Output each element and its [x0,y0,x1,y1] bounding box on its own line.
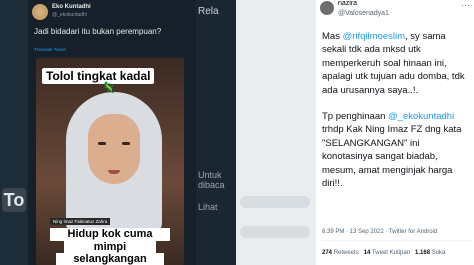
author-name[interactable]: nazira [338,0,357,7]
lizard-icon: 🦎 [102,82,116,94]
caption-top: Tolol tingkat kadal [42,68,155,84]
right-eye [122,142,130,145]
text-segment: Tp penghinaan [322,111,389,123]
divider [322,240,472,241]
background-strip-right: Rela Untuk dibaca Lihat [196,0,236,265]
quote-count[interactable]: 14 [364,250,371,256]
retweet-label[interactable]: Retweets [334,250,359,256]
lower-third: Ning Imaz Fatimatuz Zahra [50,218,111,225]
background-text-1: Rela [198,6,219,17]
tweet-stats: 274 Retweets 14 Tweet Kutipan 1.168 Suka [322,250,445,256]
author-handle[interactable]: @Valosenadya1 [338,10,389,17]
background-chip: To [2,188,26,212]
tweet-card-nazira[interactable]: nazira @Valosenadya1 ··· Mas @rifqilmoes… [318,0,474,265]
mention-link[interactable]: @_ekokuntadhi [388,111,454,122]
translate-link[interactable]: Translate Tweet [34,47,66,52]
tweet-body: Mas @rifqilmoeslim, sy sama sekali tdk a… [322,30,472,203]
tweet-card-eko[interactable]: Eko Kuntadhi @_ekokuntadhi Jadi bidadari… [28,0,196,265]
text-segment: Mas [322,31,343,42]
tweet-paragraph-1: Mas @rifqilmoeslim, sy sama sekali tdk a… [322,30,472,97]
tweet-text: Jadi bidadari itu bukan perempuan? [34,27,162,36]
text-segment: trhdp Kak Ning Imaz FZ dng kata "SELANGK… [322,124,462,190]
mention-link[interactable]: @rifqilmoeslim [343,31,405,42]
like-label[interactable]: Suka [432,250,446,256]
caption-line-3: selangkangan [56,253,164,265]
left-screenshot: To Rela Untuk dibaca Lihat Eko Kuntadhi … [0,0,236,265]
background-strip-left: To [0,0,28,265]
background-text-3: Lihat [198,202,218,212]
quote-label[interactable]: Tweet Kutipan [372,250,410,256]
more-options-icon[interactable]: ··· [461,0,470,10]
author-handle[interactable]: @_ekokuntadhi [52,12,87,18]
tweet-timestamp[interactable]: 6.39 PM · 13 Sep 2022 · Twitter for Andr… [322,229,437,235]
retweet-count[interactable]: 274 [322,250,332,256]
avatar[interactable] [32,4,48,20]
background-pill [240,196,310,208]
tweet-video[interactable]: Tolol tingkat kadal 🦎 Ning Imaz Fatimatu… [36,58,184,265]
caption-line-1: Hidup kok cuma [50,228,170,241]
avatar[interactable] [320,1,334,15]
background-left-column [236,0,316,265]
tweet-paragraph-2: Tp penghinaan @_ekokuntadhi trhdp Kak Ni… [322,110,472,190]
background-text-2: Untuk dibaca [198,170,225,190]
like-count[interactable]: 1.168 [415,250,430,256]
left-eye [98,142,106,145]
right-screenshot: nazira @Valosenadya1 ··· Mas @rifqilmoes… [236,0,474,265]
author-name[interactable]: Eko Kuntadhi [52,4,91,10]
background-pill-2 [240,226,310,238]
